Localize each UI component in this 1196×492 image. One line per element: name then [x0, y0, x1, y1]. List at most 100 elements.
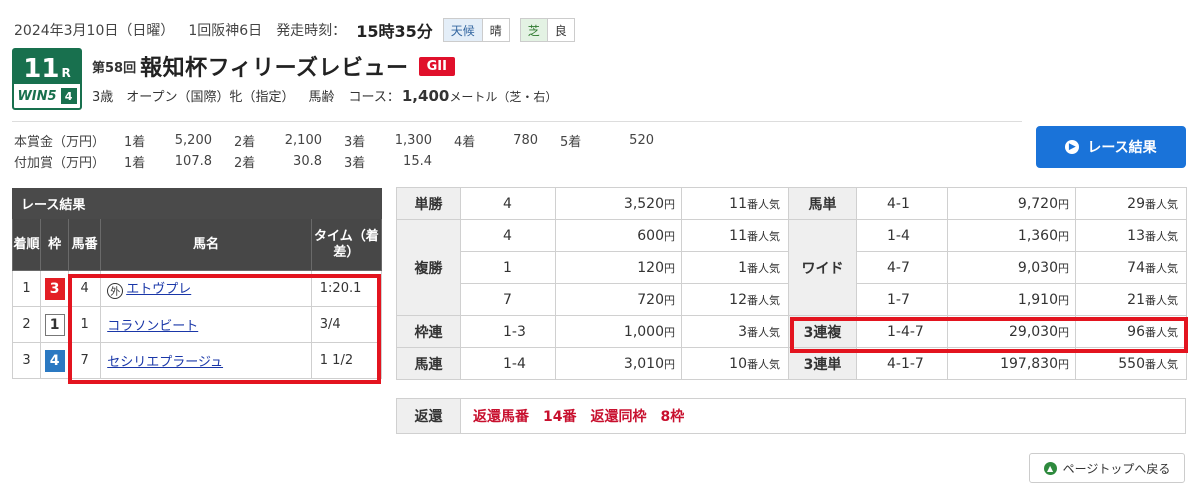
popularity: 11: [729, 195, 747, 212]
bet-combo: 7: [460, 283, 556, 316]
popularity-cell: 21番人気: [1075, 283, 1187, 316]
popularity-cell: 12番人気: [681, 283, 789, 316]
prize-cell: 4着: [454, 135, 476, 150]
payout-amount-cell: 1,360円: [947, 219, 1076, 252]
distance-unit: メートル（芝・右）: [449, 90, 558, 104]
bet-combo: 1-7: [856, 283, 948, 316]
popularity-suffix: 番人気: [1145, 261, 1178, 275]
bet-combo: 4: [460, 187, 556, 220]
page-top-button[interactable]: ▲ ページトップへ戻る: [1029, 453, 1185, 483]
race-conditions: 3歳 オープン（国際）牝（指定） 馬齢 コース： 1,400 メートル（芝・右）: [92, 86, 557, 105]
popularity-suffix: 番人気: [747, 293, 780, 307]
popularity-suffix: 番人気: [1145, 197, 1178, 211]
weather-label: 天候: [443, 19, 482, 41]
popularity: 1: [738, 259, 747, 276]
payout-amount-cell: 1,910円: [947, 283, 1076, 316]
prize-cell: 3着: [344, 135, 366, 150]
popularity-suffix: 番人気: [747, 197, 780, 211]
prize-cell: 1着: [124, 135, 146, 150]
prize-cell: 30.8: [293, 154, 322, 169]
popularity-cell: 1番人気: [681, 251, 789, 284]
prize-cell: 520: [629, 133, 654, 148]
race-title: 第58回 報知杯フィリーズレビュー GII: [92, 50, 455, 82]
page-top-label: ページトップへ戻る: [1062, 461, 1171, 476]
distance: 1,400: [401, 87, 450, 105]
prize-table: 本賞金（万円） 1着 5,200 2着 2,100 3着 1,300 4着 78…: [12, 129, 656, 173]
payout-amount-cell: 3,010円: [555, 347, 682, 380]
prize-cell: 2着: [234, 135, 256, 150]
col-waku: 枠: [40, 218, 70, 271]
track-box: 芝 良: [519, 18, 575, 42]
popularity-cell: 11番人気: [681, 219, 789, 252]
payout-amount: 9,030: [1017, 259, 1058, 276]
refund-waku: 返還同枠 8枠: [590, 409, 685, 425]
race-result-button-label: レース結果: [1087, 140, 1157, 156]
yen-unit: 円: [664, 357, 675, 371]
payout-amount-cell: 3,520円: [555, 187, 682, 220]
popularity: 12: [729, 291, 747, 308]
bet-type: 馬単: [788, 187, 857, 220]
refund-row: 返還 返還馬番 14番 返還同枠 8枠: [396, 398, 1186, 434]
yen-unit: 円: [664, 261, 675, 275]
payout-amount: 1,360: [1017, 227, 1058, 244]
payout-amount-cell: 1,000円: [555, 315, 682, 348]
race-result-button[interactable]: ▶ レース結果: [1036, 126, 1186, 168]
win5-badge: WIN5 4: [14, 84, 80, 108]
popularity-suffix: 番人気: [1145, 229, 1178, 243]
position: 1: [11, 270, 42, 307]
payout-amount-cell: 9,720円: [947, 187, 1076, 220]
results-header-row: 着順 枠 馬番 馬名 タイム（着差）: [11, 218, 383, 271]
payout-amount: 3,010: [623, 355, 664, 372]
popularity-suffix: 番人気: [747, 357, 780, 371]
prize-cell: 107.8: [174, 154, 212, 169]
bet-combo: 4-1: [856, 187, 948, 220]
payout-amount-cell: 720円: [555, 283, 682, 316]
yen-unit: 円: [664, 325, 675, 339]
highlight-box: [790, 317, 1188, 353]
yen-unit: 円: [664, 293, 675, 307]
prize-cell: 780: [513, 133, 538, 148]
prize-cell: 15.4: [403, 154, 432, 169]
payout-amount-cell: 9,030円: [947, 251, 1076, 284]
weather-box: 天候 晴: [442, 18, 510, 42]
payout-amount-cell: 120円: [555, 251, 682, 284]
start-time-label: 発走時刻：: [276, 23, 347, 39]
bet-combo: 1-4: [856, 219, 948, 252]
popularity-cell: 29番人気: [1075, 187, 1187, 220]
popularity-suffix: 番人気: [747, 261, 780, 275]
divider: [12, 121, 1022, 122]
bet-type: 単勝: [396, 187, 461, 220]
bet-combo: 4-7: [856, 251, 948, 284]
refund-horse: 返還馬番 14番: [473, 409, 577, 425]
position: 3: [11, 342, 42, 379]
payout-amount: 600: [637, 227, 664, 244]
race-name: 報知杯フィリーズレビュー: [140, 56, 409, 81]
bet-combo: 4: [460, 219, 556, 252]
col-horse: 馬名: [100, 218, 312, 271]
popularity: 550: [1118, 355, 1145, 372]
start-time: 15時35分: [356, 22, 433, 41]
col-position: 着順: [11, 218, 42, 271]
win5-label: WIN5: [17, 88, 57, 104]
weight-rule: 馬齢: [308, 90, 335, 105]
payout-amount: 720: [637, 291, 664, 308]
refund-details: 返還馬番 14番 返還同枠 8枠: [461, 399, 1185, 433]
position: 2: [11, 306, 42, 343]
prize-cell: [496, 152, 558, 171]
yen-unit: 円: [664, 197, 675, 211]
bet-type: 複勝: [396, 219, 461, 316]
popularity: 74: [1127, 259, 1145, 276]
bet-type: 馬連: [396, 347, 461, 380]
meeting-label: 1回阪神6日: [188, 23, 263, 39]
prize-cell: [454, 152, 494, 171]
col-number: 馬番: [68, 218, 102, 271]
popularity: 21: [1127, 291, 1145, 308]
race-number: 11: [23, 54, 60, 84]
popularity-suffix: 番人気: [747, 229, 780, 243]
bet-combo: 1: [460, 251, 556, 284]
prize-cell: 1着: [124, 156, 146, 171]
prize-cell: [602, 152, 654, 171]
popularity: 11: [729, 227, 747, 244]
popularity-cell: 10番人気: [681, 347, 789, 380]
results-caption: レース結果: [12, 188, 382, 219]
